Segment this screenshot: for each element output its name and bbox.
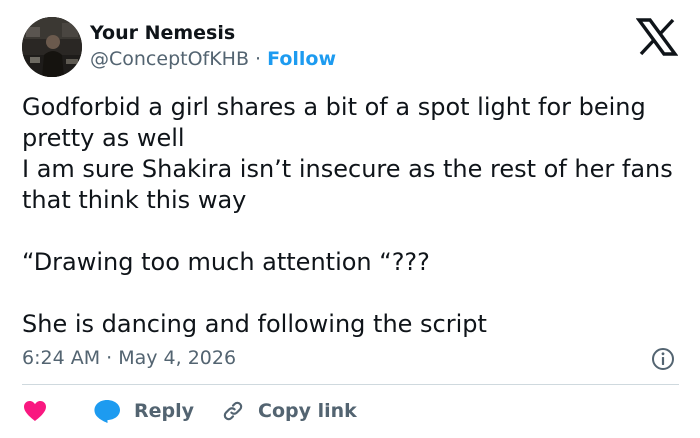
- reply-label: Reply: [134, 400, 195, 422]
- link-icon: [223, 401, 243, 421]
- avatar-image: [22, 17, 82, 77]
- display-name[interactable]: Your Nemesis: [90, 21, 235, 45]
- copy-link-button[interactable]: Copy link: [220, 398, 357, 424]
- copy-link-label: Copy link: [258, 400, 357, 422]
- reply-button[interactable]: Reply: [92, 398, 194, 424]
- meta-separator: ·: [100, 347, 119, 369]
- info-icon[interactable]: [651, 347, 675, 371]
- tweet-date: May 4, 2026: [118, 347, 237, 369]
- tweet-text: Godforbid a girl shares a bit of a spot …: [22, 93, 673, 338]
- follow-button[interactable]: Follow: [267, 48, 336, 70]
- action-bar: Reply Copy link: [22, 397, 357, 425]
- handle-separator: ·: [249, 48, 268, 70]
- like-button[interactable]: [22, 399, 48, 423]
- tweet-embed: Your Nemesis @ConceptOfKHB · Follow Godf…: [0, 0, 700, 438]
- heart-icon: [24, 401, 46, 421]
- timestamp[interactable]: 6:24 AM · May 4, 2026: [22, 345, 236, 371]
- handle-line: @ConceptOfKHB · Follow: [90, 47, 336, 71]
- avatar[interactable]: [22, 17, 82, 77]
- speech-bubble-icon: [94, 400, 120, 423]
- divider: [22, 384, 679, 385]
- tweet-time: 6:24 AM: [22, 347, 101, 369]
- handle[interactable]: @ConceptOfKHB: [90, 48, 249, 70]
- x-logo-icon[interactable]: [636, 18, 678, 56]
